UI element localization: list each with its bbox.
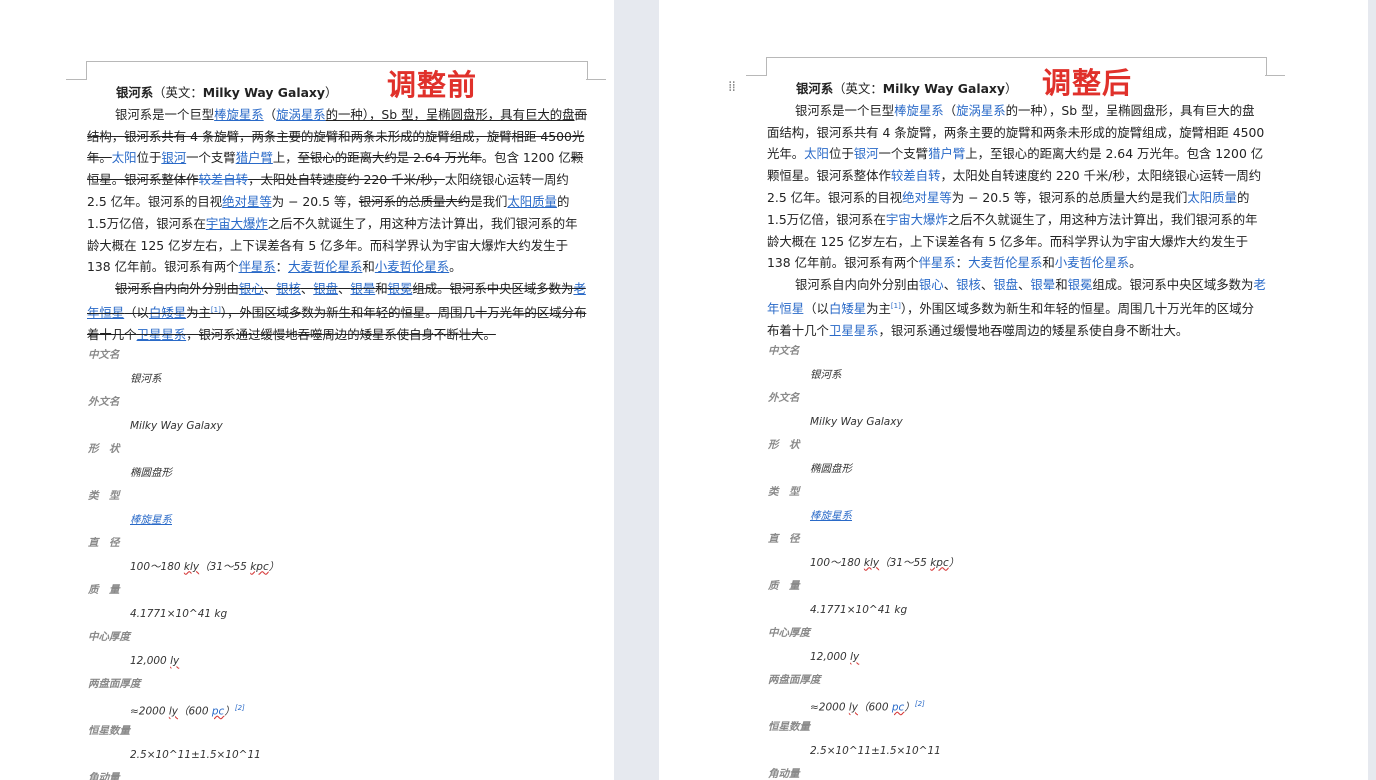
page-before: 调整前 银河系（英文：Milky Way Galaxy） 银河系是一个巨型棒旋星… [0, 0, 614, 780]
article-title: 银河系（英文：Milky Way Galaxy） [796, 81, 1018, 96]
link-disk[interactable]: 银盘 [993, 277, 1018, 292]
header-margin-bracket [766, 57, 1267, 76]
link-absolute-magnitude[interactable]: 绝对星等 [902, 190, 952, 205]
link-differential-rotation[interactable]: 较差自转 [891, 168, 941, 183]
link-big-bang[interactable]: 宇宙大爆炸 [206, 216, 268, 231]
link-smc[interactable]: 小麦哲伦星系 [1055, 255, 1129, 270]
link-big-bang[interactable]: 宇宙大爆炸 [886, 212, 948, 227]
paragraph-2: 银河系自内向外分别由银心、银核、银盘、银晕和银冕组成。银河系中央区域多数为老年恒… [767, 277, 1266, 338]
article-title: 银河系（英文：Milky Way Galaxy） [116, 85, 338, 100]
link-solar-mass[interactable]: 太阳质量 [507, 194, 557, 209]
link-smc[interactable]: 小麦哲伦星系 [375, 259, 449, 274]
link-lmc[interactable]: 大麦哲伦星系 [288, 259, 362, 274]
link-bulge[interactable]: 银核 [956, 277, 981, 292]
citation-1[interactable]: [1] [211, 306, 221, 314]
link-white-dwarf[interactable]: 白矮星 [149, 305, 186, 320]
link-bar-spiral[interactable]: 棒旋星系 [214, 107, 264, 122]
link-sun[interactable]: 太阳 [804, 146, 829, 161]
link-corona[interactable]: 银冕 [1068, 277, 1093, 292]
paragraph-2: 银河系自内向外分别由银心、银核、银盘、银晕和银冕组成。银河系中央区域多数为老年恒… [87, 281, 587, 342]
link-bar-spiral[interactable]: 棒旋星系 [894, 103, 944, 118]
infobox-after: 中文名 银河系 外文名 Milky Way Galaxy 形 状 椭圆盘形 类 … [768, 345, 960, 780]
drag-handle-icon[interactable]: ⁞⁞ [728, 80, 736, 94]
link-halo[interactable]: 银晕 [350, 281, 375, 296]
link-galactic-center[interactable]: 银心 [239, 281, 264, 296]
link-bulge[interactable]: 银核 [276, 281, 301, 296]
title-bold: 银河系 [116, 85, 154, 100]
link-disk[interactable]: 银盘 [313, 281, 338, 296]
link-sun[interactable]: 太阳 [112, 150, 137, 165]
link-galactic-center[interactable]: 银心 [919, 277, 944, 292]
infobox-type-link[interactable]: 棒旋星系 [130, 514, 172, 526]
paragraph-1: 银河系是一个巨型棒旋星系（旋涡星系的一种），Sb 型，呈椭圆盘形，具有巨大的盘面… [767, 102, 1265, 271]
link-orion-arm[interactable]: 猎户臂 [928, 146, 965, 161]
link-halo[interactable]: 银晕 [1030, 277, 1055, 292]
infobox-type-link[interactable]: 棒旋星系 [810, 510, 852, 522]
link-orion-arm[interactable]: 猎户臂 [236, 150, 273, 165]
page-after: 调整后 ⁞⁞ 银河系（英文：Milky Way Galaxy） 银河系是一个巨型… [659, 0, 1368, 780]
header-margin-line-left [66, 79, 86, 80]
link-companion-galaxy[interactable]: 伴星系 [919, 255, 956, 270]
citation-1[interactable]: [1] [891, 302, 901, 310]
link-spiral-galaxy[interactable]: 旋涡星系 [276, 107, 326, 122]
link-spiral-galaxy[interactable]: 旋涡星系 [956, 103, 1006, 118]
article-before: 银河系（英文：Milky Way Galaxy） 银河系是一个巨型棒旋星系（旋涡… [87, 82, 587, 346]
link-lmc[interactable]: 大麦哲伦星系 [968, 255, 1042, 270]
infobox-before: 中文名 银河系 外文名 Milky Way Galaxy 形 状 椭圆盘形 类 … [88, 349, 280, 780]
link-companion-galaxy[interactable]: 伴星系 [239, 259, 276, 274]
link-galaxy[interactable]: 银河 [854, 146, 879, 161]
link-satellite-galaxies[interactable]: 卫星星系 [137, 327, 187, 342]
header-margin-line-right [586, 79, 606, 80]
link-galaxy[interactable]: 银河 [161, 150, 186, 165]
header-margin-line-left [746, 75, 766, 76]
link-absolute-magnitude[interactable]: 绝对星等 [222, 194, 272, 209]
window-edge [1368, 0, 1376, 780]
link-satellite-galaxies[interactable]: 卫星星系 [829, 323, 879, 338]
link-differential-rotation[interactable]: 较差自转 [199, 172, 249, 187]
link-solar-mass[interactable]: 太阳质量 [1187, 190, 1237, 205]
header-margin-line-right [1265, 75, 1285, 76]
link-corona[interactable]: 银冕 [388, 281, 413, 296]
link-white-dwarf[interactable]: 白矮星 [829, 301, 866, 316]
paragraph-1: 银河系是一个巨型棒旋星系（旋涡星系的一种），Sb 型，呈椭圆盘形，具有巨大的盘面… [87, 106, 587, 275]
header-margin-bracket [86, 61, 588, 80]
article-after: 银河系（英文：Milky Way Galaxy） 银河系是一个巨型棒旋星系（旋涡… [767, 78, 1266, 342]
